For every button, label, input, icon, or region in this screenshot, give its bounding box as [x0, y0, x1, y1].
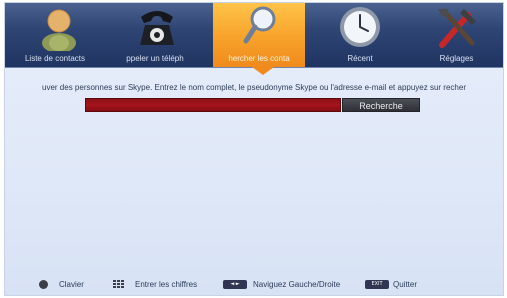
skype-search-screen: Liste de contacts ppeler un téléph herch… [4, 2, 504, 296]
number-keys-icon [113, 280, 125, 289]
search-button[interactable]: Recherche [342, 98, 420, 112]
tab-settings[interactable]: Réglages [410, 3, 503, 67]
clock-icon [340, 7, 380, 47]
exit-key-icon: EXIT [365, 280, 389, 289]
hint-label: Quitter [393, 280, 418, 289]
tab-recent[interactable]: Récent [310, 3, 410, 67]
hint-label: Clavier [59, 280, 84, 289]
hint-quit: EXIT Quitter [365, 279, 445, 291]
magnifier-icon [243, 6, 276, 44]
search-instruction: uver des personnes sur Skype. Entrez le … [42, 83, 466, 92]
tab-label: ppeler un téléph [126, 54, 184, 63]
contacts-icon [42, 9, 76, 51]
tools-icon [438, 8, 476, 48]
hint-label: Naviguez Gauche/Droite [253, 280, 341, 289]
active-tab-pointer [252, 67, 274, 75]
left-right-keys-icon: ◄ ► [223, 280, 247, 289]
hint-label: Entrer les chiffres [135, 280, 198, 289]
top-navigation-bar: Liste de contacts ppeler un téléph herch… [5, 3, 503, 67]
tab-label: Récent [347, 54, 373, 63]
hint-navigate: ◄ ► Naviguez Gauche/Droite [223, 279, 353, 291]
tab-label: Réglages [439, 54, 474, 63]
key-hints-bar: Clavier Entrer les chiffres ◄ ► Naviguez… [5, 275, 503, 295]
hint-enter-digits: Entrer les chiffres [113, 279, 223, 291]
tab-label: hercher les conta [228, 54, 290, 63]
hint-keyboard: Clavier [39, 279, 99, 291]
tab-call-phone[interactable]: ppeler un téléph [105, 3, 205, 67]
tab-search-contacts[interactable]: hercher les conta [213, 3, 305, 67]
search-input[interactable] [85, 98, 341, 112]
telephone-icon [140, 11, 174, 45]
ok-key-icon [39, 280, 48, 289]
tab-label: Liste de contacts [24, 54, 86, 63]
tab-contact-list[interactable]: Liste de contacts [5, 3, 105, 67]
